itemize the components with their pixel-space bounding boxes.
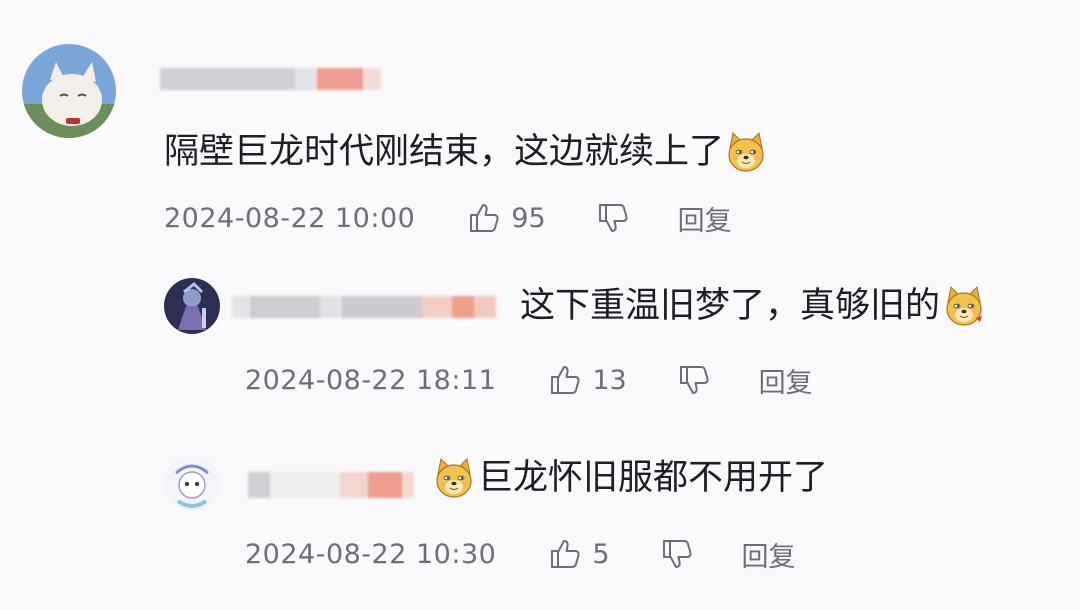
like-count: 95	[511, 202, 546, 234]
dislike-button[interactable]	[596, 201, 630, 235]
dislike-button[interactable]	[660, 537, 694, 571]
comment-text-row: 隔壁巨龙时代刚结束，这边就续上了	[164, 130, 768, 174]
comment-text-row: 巨龙怀旧服都不用开了	[432, 456, 828, 500]
username-redacted[interactable]	[248, 472, 414, 498]
thumbs-up-icon	[548, 363, 582, 397]
comment-meta: 2024-08-22 10:30 5 回复	[245, 534, 796, 574]
comment-text-row: 这下重温旧梦了，真够旧的	[520, 284, 986, 328]
avatar[interactable]	[22, 44, 116, 138]
comment-meta: 2024-08-22 10:00 95 回复	[164, 198, 732, 238]
like-count: 5	[592, 538, 610, 570]
comment-text: 隔壁巨龙时代刚结束，这边就续上了	[164, 132, 725, 172]
doge-icon	[432, 456, 476, 500]
avatar[interactable]	[164, 455, 220, 511]
avatar[interactable]	[164, 278, 220, 334]
thumbs-down-icon	[660, 537, 694, 571]
reply-button[interactable]: 回复	[759, 361, 813, 400]
doge-icon	[724, 130, 768, 174]
like-button[interactable]: 13	[548, 363, 627, 397]
timestamp: 2024-08-22 10:30	[245, 538, 497, 570]
reply-button[interactable]: 回复	[678, 199, 732, 238]
like-button[interactable]: 95	[467, 201, 546, 235]
username-redacted[interactable]	[160, 68, 381, 90]
username-redacted[interactable]	[232, 296, 496, 318]
doge-icon	[942, 284, 986, 328]
comment-meta: 2024-08-22 18:11 13 回复	[245, 360, 813, 400]
timestamp: 2024-08-22 10:00	[164, 202, 416, 234]
thumbs-up-icon	[548, 537, 582, 571]
dislike-button[interactable]	[677, 363, 711, 397]
comment-text: 这下重温旧梦了，真够旧的	[520, 286, 941, 326]
timestamp: 2024-08-22 18:11	[245, 364, 497, 396]
like-count: 13	[592, 364, 627, 396]
reply-button[interactable]: 回复	[742, 535, 796, 574]
like-button[interactable]: 5	[548, 537, 610, 571]
thumbs-up-icon	[467, 201, 501, 235]
comment-text: 巨龙怀旧服都不用开了	[478, 458, 829, 498]
thumbs-down-icon	[677, 363, 711, 397]
thumbs-down-icon	[596, 201, 630, 235]
